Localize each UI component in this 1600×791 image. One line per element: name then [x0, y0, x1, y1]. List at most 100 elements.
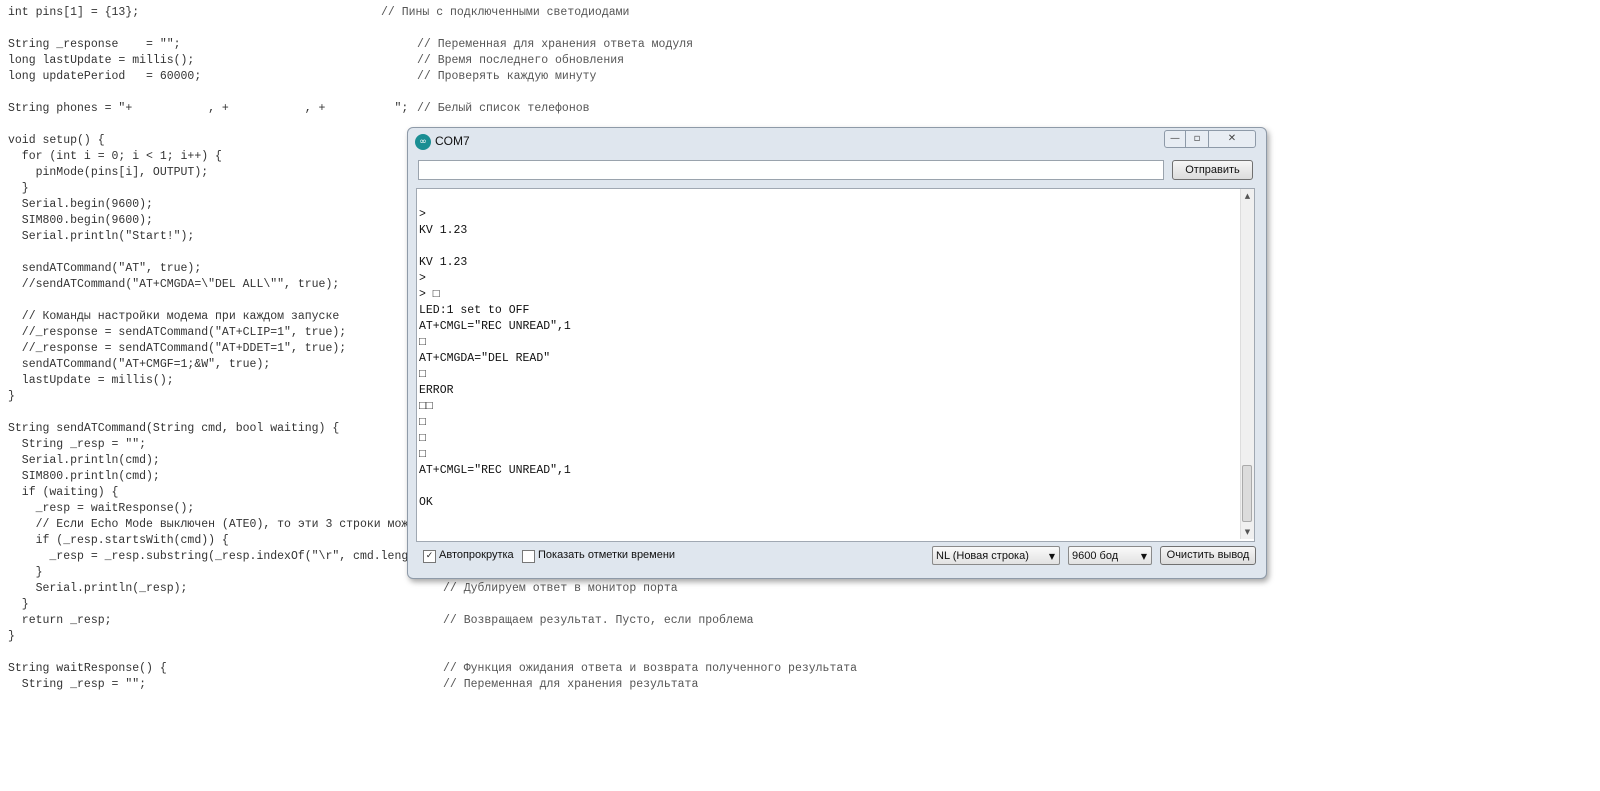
- code-text: _resp = waitResponse();: [8, 502, 195, 515]
- maximize-button[interactable]: ▫: [1185, 130, 1209, 148]
- window-title: COM7: [435, 134, 470, 148]
- autoscroll-label: Автопрокрутка: [439, 549, 514, 561]
- code-line: sendATCommand("AT", true);: [8, 261, 201, 277]
- code-text: }: [8, 566, 43, 579]
- code-line: Serial.begin(9600);: [8, 197, 153, 213]
- scroll-up-arrow-icon[interactable]: ▲: [1241, 189, 1254, 203]
- timestamps-label: Показать отметки времени: [538, 549, 676, 561]
- code-line: Serial.println("Start!");: [8, 229, 195, 245]
- output-line: □: [419, 432, 426, 445]
- code-line: //_response = sendATCommand("AT+DDET=1",…: [8, 341, 346, 357]
- output-line: > □: [419, 288, 440, 301]
- scroll-down-arrow-icon[interactable]: ▼: [1241, 525, 1254, 539]
- code-line: int pins[1] = {13}; // Пины с подключенны…: [8, 5, 629, 21]
- vertical-scrollbar[interactable]: ▲ ▼: [1240, 189, 1254, 539]
- code-line: //sendATCommand("AT+CMGDA=\"DEL ALL\"", …: [8, 277, 339, 293]
- code-text: long lastUpdate = millis();: [8, 54, 195, 67]
- code-text: lastUpdate = millis();: [8, 374, 174, 387]
- output-line: AT+CMGDA="DEL READ": [419, 352, 551, 365]
- baud-rate-select[interactable]: 9600 бод ▼: [1068, 546, 1152, 565]
- code-line: SIM800.begin(9600);: [8, 213, 153, 229]
- code-line: long lastUpdate = millis(); // Время посл…: [8, 53, 624, 69]
- code-line: }: [8, 597, 29, 613]
- code-line: for (int i = 0; i < 1; i++) {: [8, 149, 222, 165]
- code-line: void setup() {: [8, 133, 105, 149]
- output-line: □□: [419, 400, 433, 413]
- serial-monitor-window: ∞ COM7 — ▫ ✕ Отправить > KV 1.23 KV 1.23 > >…: [407, 127, 1267, 579]
- send-button[interactable]: Отправить: [1172, 160, 1253, 180]
- code-comment: // Переменная для хранения результата: [443, 678, 699, 691]
- code-text: String _resp = "";: [8, 438, 147, 451]
- code-text: Serial.println(cmd);: [8, 454, 160, 467]
- output-line: □: [419, 336, 426, 349]
- code-text: Serial.println("Start!");: [8, 230, 195, 243]
- code-line: SIM800.println(cmd);: [8, 469, 160, 485]
- code-text: //_response = sendATCommand("AT+CLIP=1",…: [8, 326, 347, 339]
- line-ending-value: NL (Новая строка): [936, 550, 1029, 562]
- output-line: >: [419, 272, 426, 285]
- code-text: long updatePeriod = 60000;: [8, 70, 202, 83]
- code-comment: // Время последнего обновления: [417, 54, 625, 67]
- scroll-thumb[interactable]: [1242, 465, 1252, 522]
- code-line: long updatePeriod = 60000; // Проверять к…: [8, 69, 596, 85]
- output-line: □: [419, 368, 426, 381]
- code-line: _resp = _resp.substring(_resp.indexOf("\…: [8, 549, 429, 565]
- code-comment: // Проверять каждую минуту: [417, 70, 597, 83]
- code-text: // Команды настройки модема при каждом з…: [8, 310, 340, 323]
- code-text: for (int i = 0; i < 1; i++) {: [8, 150, 222, 163]
- code-text: int pins[1] = {13};: [8, 6, 140, 19]
- code-text: void setup() {: [8, 134, 105, 147]
- code-text: return _resp;: [8, 614, 112, 627]
- code-line: String phones = "+ , + , + "; // Белый сп…: [8, 101, 590, 117]
- output-line: ERROR: [419, 384, 454, 397]
- arduino-icon: ∞: [415, 134, 431, 150]
- code-text: }: [8, 598, 29, 611]
- code-line: }: [8, 389, 15, 405]
- chevron-down-icon: ▼: [1140, 552, 1147, 561]
- output-line: KV 1.23: [419, 256, 468, 269]
- code-text: String _response = "";: [8, 38, 181, 51]
- code-line: String sendATCommand(String cmd, bool wa…: [8, 421, 339, 437]
- output-line: AT+CMGL="REC UNREAD",1: [419, 320, 571, 333]
- serial-output[interactable]: > KV 1.23 KV 1.23 > > □ LED:1 set to OFF AT+CM…: [416, 188, 1255, 542]
- code-text: String _resp = "";: [8, 678, 147, 691]
- chevron-down-icon: ▼: [1048, 552, 1055, 561]
- code-comment: // Белый список телефонов: [417, 102, 590, 115]
- code-line: return _resp; // Возвращаем результат. Пу…: [8, 613, 754, 629]
- code-text: Serial.println(_resp);: [8, 582, 188, 595]
- code-line: if (waiting) {: [8, 485, 119, 501]
- send-input[interactable]: [418, 160, 1164, 180]
- code-line: String _resp = "";: [8, 437, 146, 453]
- code-text: String waitResponse() {: [8, 662, 167, 675]
- code-comment: // Дублируем ответ в монитор порта: [443, 582, 678, 595]
- line-ending-select[interactable]: NL (Новая строка) ▼: [932, 546, 1060, 565]
- code-line: Serial.println(cmd);: [8, 453, 160, 469]
- code-line: String _response = ""; // Переменная для …: [8, 37, 693, 53]
- code-line: }: [8, 181, 29, 197]
- baud-rate-value: 9600 бод: [1072, 550, 1119, 562]
- code-line: //_response = sendATCommand("AT+CLIP=1",…: [8, 325, 346, 341]
- output-line: OK: [419, 496, 433, 509]
- code-text: SIM800.println(cmd);: [8, 470, 160, 483]
- timestamps-checkbox[interactable]: [522, 550, 535, 563]
- bottom-toolbar: ✓ Автопрокрутка Показать отметки времени…: [408, 544, 1266, 574]
- code-text: pinMode(pins[i], OUTPUT);: [8, 166, 209, 179]
- code-text: }: [8, 182, 29, 195]
- close-button[interactable]: ✕: [1208, 130, 1256, 148]
- code-text: if (waiting) {: [8, 486, 119, 499]
- code-text: sendATCommand("AT+CMGF=1;&W", true);: [8, 358, 271, 371]
- autoscroll-checkbox[interactable]: ✓: [423, 550, 436, 563]
- code-text: Serial.begin(9600);: [8, 198, 153, 211]
- output-line: □: [419, 448, 426, 461]
- title-bar[interactable]: ∞ COM7 — ▫ ✕: [408, 128, 1266, 156]
- output-line: >: [419, 208, 426, 221]
- code-text: if (_resp.startsWith(cmd)) {: [8, 534, 229, 547]
- minimize-button[interactable]: —: [1164, 130, 1186, 148]
- code-text: //_response = sendATCommand("AT+DDET=1",…: [8, 342, 347, 355]
- code-comment: // Переменная для хранения ответа модуля: [417, 38, 694, 51]
- code-text: String phones = "+ , + , + ";: [8, 102, 409, 115]
- clear-output-button[interactable]: Очистить вывод: [1160, 546, 1256, 565]
- code-line: }: [8, 565, 43, 581]
- code-line: lastUpdate = millis();: [8, 373, 174, 389]
- code-comment: // Возвращаем результат. Пусто, если про…: [443, 614, 754, 627]
